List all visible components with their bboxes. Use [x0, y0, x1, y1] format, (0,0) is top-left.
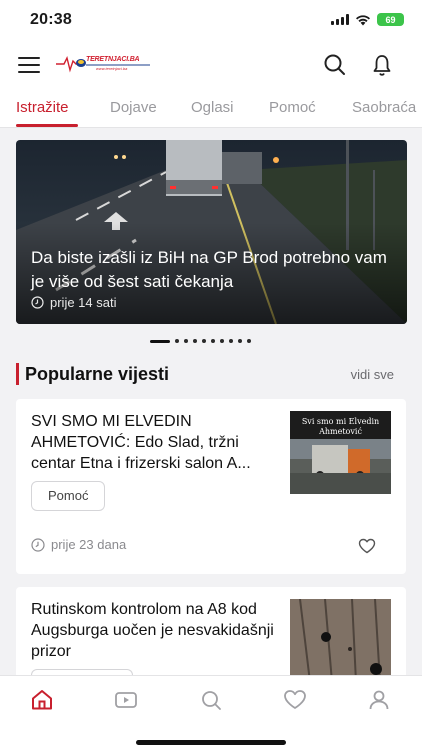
status-time: 20:38 — [30, 11, 72, 28]
nav-video[interactable] — [113, 687, 139, 713]
logo[interactable]: TERETNJACI.BA www.teretnjaci.ba — [56, 54, 152, 74]
tab-saobracaj[interactable]: Saobraća — [352, 99, 416, 116]
article-time: prije 23 dana — [31, 537, 126, 552]
tab-istrazite[interactable]: Istražite — [16, 99, 69, 116]
nav-home[interactable] — [29, 687, 55, 713]
search-icon — [324, 54, 345, 75]
status-icons: 69 — [331, 13, 404, 26]
carousel-dot-active[interactable] — [150, 339, 170, 343]
article-time-text: prije 23 dana — [51, 537, 127, 552]
category-tag[interactable]: Pomoć — [31, 481, 106, 511]
nav-favorites[interactable] — [282, 687, 308, 713]
status-bar: 20:38 69 — [0, 0, 422, 42]
thumbnail-caption: Svi smo mi Elvedin Ahmetović — [301, 417, 380, 436]
clock-icon — [31, 296, 44, 309]
carousel-dot[interactable] — [184, 339, 188, 343]
video-icon — [115, 692, 137, 708]
nav-search[interactable] — [198, 687, 224, 713]
carousel-dot[interactable] — [238, 339, 242, 343]
bell-icon — [373, 55, 391, 76]
clock-icon — [31, 537, 45, 552]
tab-pomoc[interactable]: Pomoć — [269, 99, 316, 116]
section-title: Popularne vijesti — [16, 363, 169, 385]
search-icon — [202, 691, 221, 710]
carousel-dot[interactable] — [220, 339, 224, 343]
article-card[interactable]: Rutinskom kontrolom na A8 kod Augsburga … — [16, 587, 406, 689]
home-indicator — [136, 740, 286, 745]
logo-subtext: www.teretnjaci.ba — [96, 66, 128, 71]
article-card[interactable]: SVI SMO MI ELVEDIN AHMETOVIĆ: Edo Slad, … — [16, 399, 406, 574]
carousel-dot[interactable] — [229, 339, 233, 343]
featured-title[interactable]: Da biste izašli iz BiH na GP Brod potreb… — [31, 246, 396, 294]
featured-time: prije 14 sati — [31, 295, 116, 310]
article-thumbnail[interactable] — [290, 599, 391, 682]
menu-icon[interactable] — [18, 57, 40, 73]
carousel-dot[interactable] — [211, 339, 215, 343]
carousel-dot[interactable] — [247, 339, 251, 343]
signal-icon — [331, 14, 349, 25]
category-tabs: Istražite Dojave Oglasi Pomoć Saobraća — [0, 88, 422, 128]
featured-article[interactable]: Da biste izašli iz BiH na GP Brod potreb… — [16, 140, 407, 324]
logo-text: TERETNJACI.BA — [86, 56, 140, 63]
carousel-dot[interactable] — [193, 339, 197, 343]
like-heart-icon[interactable] — [358, 538, 376, 554]
article-title[interactable]: Rutinskom kontrolom na A8 kod Augsburga … — [31, 599, 281, 662]
search-button[interactable] — [322, 52, 348, 78]
see-all-link[interactable]: vidi sve — [351, 367, 394, 382]
featured-time-text: prije 14 sati — [50, 295, 117, 310]
home-icon — [32, 690, 52, 710]
tab-oglasi[interactable]: Oglasi — [191, 99, 234, 116]
article-title[interactable]: SVI SMO MI ELVEDIN AHMETOVIĆ: Edo Slad, … — [31, 411, 281, 474]
carousel-pagination — [150, 339, 251, 343]
active-tab-indicator — [16, 124, 78, 127]
nav-profile[interactable] — [366, 687, 392, 713]
carousel-dot[interactable] — [175, 339, 179, 343]
battery-icon: 69 — [377, 13, 404, 26]
notifications-button[interactable] — [369, 52, 395, 78]
wifi-icon — [356, 14, 370, 25]
app-header: TERETNJACI.BA www.teretnjaci.ba — [0, 42, 422, 88]
bottom-navigation — [0, 675, 422, 750]
tab-dojave[interactable]: Dojave — [110, 99, 157, 116]
heart-icon — [284, 690, 306, 709]
carousel-dot[interactable] — [202, 339, 206, 343]
profile-icon — [369, 690, 389, 710]
article-thumbnail[interactable]: Svi smo mi Elvedin Ahmetović — [290, 411, 391, 494]
